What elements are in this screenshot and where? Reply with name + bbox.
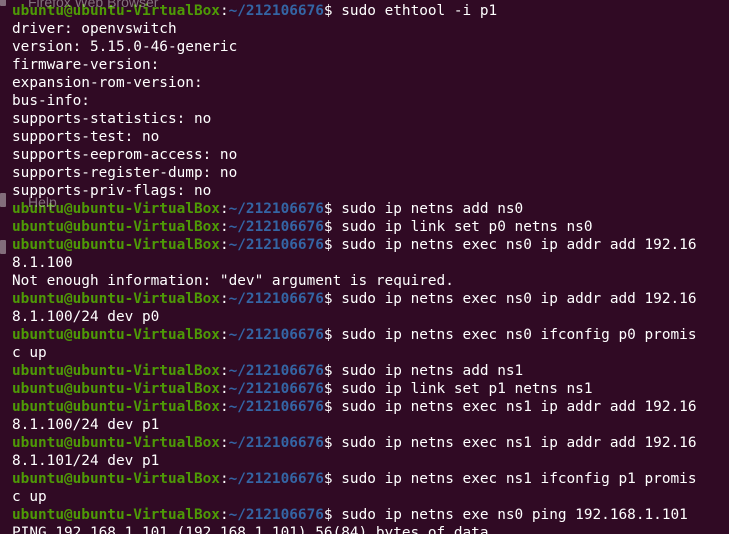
prompt-line: ubuntu@ubuntu-VirtualBox:~/212106676$ su… — [12, 218, 696, 236]
prompt-colon: : — [219, 399, 229, 415]
prompt-colon: : — [219, 237, 229, 253]
prompt-path: ~/212106676 — [228, 507, 324, 523]
prompt-path: ~/212106676 — [228, 435, 324, 451]
prompt-user-host: ubuntu@ubuntu-VirtualBox — [12, 363, 220, 379]
prompt-line: ubuntu@ubuntu-VirtualBox:~/212106676$ su… — [12, 362, 696, 380]
prompt-line: ubuntu@ubuntu-VirtualBox:~/212106676$ su… — [12, 380, 696, 398]
output-line: supports-test: no — [12, 129, 160, 145]
prompt-line: ubuntu@ubuntu-VirtualBox:~/212106676$ su… — [12, 200, 696, 218]
prompt-colon: : — [219, 471, 229, 487]
prompt-symbol: $ — [323, 363, 333, 379]
command-text: sudo ip netns exec ns0 ip addr add 192.1… — [332, 237, 697, 253]
prompt-line: ubuntu@ubuntu-VirtualBox:~/212106676$ su… — [12, 290, 696, 308]
prompt-symbol: $ — [323, 219, 333, 235]
prompt-path: ~/212106676 — [228, 399, 324, 415]
prompt-symbol: $ — [323, 471, 333, 487]
output-line: c up — [12, 489, 47, 505]
command-text: sudo ip netns add ns0 — [332, 201, 524, 217]
output-line: 8.1.101/24 dev p1 — [12, 453, 160, 469]
prompt-symbol: $ — [323, 3, 333, 19]
output-line: version: 5.15.0-46-generic — [12, 39, 238, 55]
dock-item-icon — [0, 240, 6, 254]
prompt-user-host: ubuntu@ubuntu-VirtualBox — [12, 327, 220, 343]
output-line: driver: openvswitch — [12, 21, 177, 37]
prompt-colon: : — [219, 507, 229, 523]
prompt-user-host: ubuntu@ubuntu-VirtualBox — [12, 399, 220, 415]
output-line: expansion-rom-version: — [12, 75, 203, 91]
prompt-path: ~/212106676 — [228, 219, 324, 235]
prompt-colon: : — [219, 363, 229, 379]
prompt-colon: : — [219, 3, 229, 19]
prompt-colon: : — [219, 435, 229, 451]
command-text: sudo ip link set p1 netns ns1 — [332, 381, 593, 397]
prompt-path: ~/212106676 — [228, 3, 324, 19]
prompt-colon: : — [219, 327, 229, 343]
prompt-line: ubuntu@ubuntu-VirtualBox:~/212106676$ su… — [12, 2, 696, 20]
prompt-user-host: ubuntu@ubuntu-VirtualBox — [12, 201, 220, 217]
prompt-user-host: ubuntu@ubuntu-VirtualBox — [12, 507, 220, 523]
prompt-user-host: ubuntu@ubuntu-VirtualBox — [12, 471, 220, 487]
output-line: supports-statistics: no — [12, 111, 212, 127]
output-line: 8.1.100/24 dev p1 — [12, 417, 160, 433]
prompt-symbol: $ — [323, 327, 333, 343]
prompt-symbol: $ — [323, 291, 333, 307]
prompt-user-host: ubuntu@ubuntu-VirtualBox — [12, 237, 220, 253]
prompt-path: ~/212106676 — [228, 381, 324, 397]
prompt-symbol: $ — [323, 435, 333, 451]
command-text: sudo ip netns exec ns0 ifconfig p0 promi… — [332, 327, 697, 343]
prompt-colon: : — [219, 381, 229, 397]
prompt-path: ~/212106676 — [228, 327, 324, 343]
prompt-path: ~/212106676 — [228, 291, 324, 307]
prompt-user-host: ubuntu@ubuntu-VirtualBox — [12, 219, 220, 235]
prompt-path: ~/212106676 — [228, 237, 324, 253]
command-text: sudo ip netns exec ns0 ip addr add 192.1… — [332, 291, 697, 307]
output-line: c up — [12, 345, 47, 361]
output-line: 8.1.100 — [12, 255, 73, 271]
command-text: sudo ip netns exec ns1 ip addr add 192.1… — [332, 399, 697, 415]
command-text: sudo ethtool -i p1 — [332, 3, 498, 19]
output-line: PING 192.168.1.101 (192.168.1.101) 56(84… — [12, 525, 498, 534]
firefox-icon — [0, 0, 6, 6]
command-text: sudo ip link set p0 netns ns0 — [332, 219, 593, 235]
terminal-output: ubuntu@ubuntu-VirtualBox:~/212106676$ su… — [12, 2, 696, 534]
help-icon — [0, 193, 6, 207]
prompt-line: ubuntu@ubuntu-VirtualBox:~/212106676$ su… — [12, 470, 696, 488]
prompt-colon: : — [219, 291, 229, 307]
output-line: bus-info: — [12, 93, 90, 109]
command-text: sudo ip netns exe ns0 ping 192.168.1.101 — [332, 507, 688, 523]
prompt-user-host: ubuntu@ubuntu-VirtualBox — [12, 3, 220, 19]
prompt-line: ubuntu@ubuntu-VirtualBox:~/212106676$ su… — [12, 434, 696, 452]
prompt-line: ubuntu@ubuntu-VirtualBox:~/212106676$ su… — [12, 506, 696, 524]
output-line: 8.1.100/24 dev p0 — [12, 309, 160, 325]
terminal-scrollbar[interactable] — [723, 0, 729, 534]
prompt-symbol: $ — [323, 237, 333, 253]
output-line: supports-eeprom-access: no — [12, 147, 238, 163]
prompt-line: ubuntu@ubuntu-VirtualBox:~/212106676$ su… — [12, 398, 696, 416]
output-line: supports-priv-flags: no — [12, 183, 212, 199]
prompt-symbol: $ — [323, 381, 333, 397]
prompt-symbol: $ — [323, 399, 333, 415]
prompt-symbol: $ — [323, 507, 333, 523]
command-text: sudo ip netns exec ns1 ip addr add 192.1… — [332, 435, 697, 451]
prompt-user-host: ubuntu@ubuntu-VirtualBox — [12, 381, 220, 397]
prompt-colon: : — [219, 219, 229, 235]
prompt-path: ~/212106676 — [228, 201, 324, 217]
output-line: firmware-version: — [12, 57, 160, 73]
output-line: supports-register-dump: no — [12, 165, 238, 181]
command-text: sudo ip netns add ns1 — [332, 363, 524, 379]
command-text: sudo ip netns exec ns1 ifconfig p1 promi… — [332, 471, 697, 487]
prompt-user-host: ubuntu@ubuntu-VirtualBox — [12, 291, 220, 307]
prompt-path: ~/212106676 — [228, 471, 324, 487]
output-line: Not enough information: "dev" argument i… — [12, 273, 454, 289]
prompt-symbol: $ — [323, 201, 333, 217]
prompt-line: ubuntu@ubuntu-VirtualBox:~/212106676$ su… — [12, 326, 696, 344]
prompt-colon: : — [219, 201, 229, 217]
prompt-user-host: ubuntu@ubuntu-VirtualBox — [12, 435, 220, 451]
prompt-path: ~/212106676 — [228, 363, 324, 379]
prompt-line: ubuntu@ubuntu-VirtualBox:~/212106676$ su… — [12, 236, 696, 254]
terminal-window[interactable]: ubuntu@ubuntu-VirtualBox:~/212106676$ su… — [0, 0, 729, 534]
